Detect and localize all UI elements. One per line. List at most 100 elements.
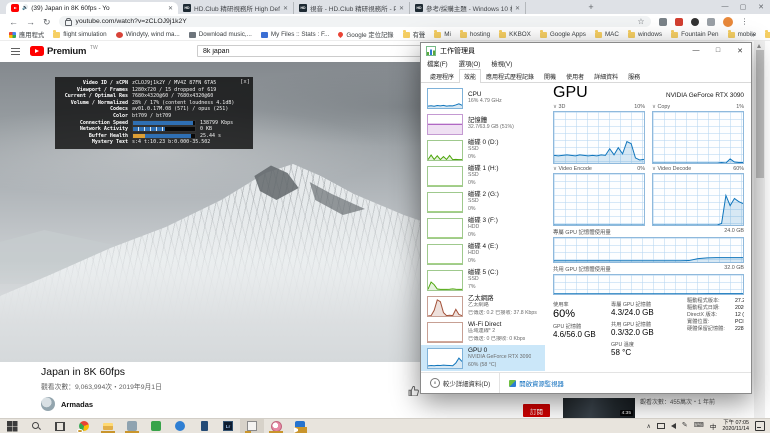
browser-menu-icon[interactable]: ⋮ bbox=[741, 17, 749, 26]
taskbar-app-icon[interactable] bbox=[96, 419, 120, 433]
bookmark-item[interactable]: Download music,... bbox=[189, 31, 252, 38]
scrollbar-thumb[interactable] bbox=[756, 50, 764, 178]
bookmark-item[interactable]: windows bbox=[628, 31, 662, 38]
menu-item[interactable]: 檔案(F) bbox=[427, 59, 448, 68]
youtube-brand-text[interactable]: Premium bbox=[47, 46, 86, 57]
forward-icon[interactable]: → bbox=[26, 17, 35, 27]
performance-sidebar-item[interactable]: 磁碟 3 (F:) HDD 0% bbox=[421, 215, 545, 241]
tm-tab[interactable]: 詳細資料 bbox=[589, 69, 623, 82]
browser-minimize-icon[interactable]: — bbox=[716, 0, 734, 13]
bookmark-item[interactable]: MAC bbox=[595, 31, 619, 38]
open-resource-monitor-link[interactable]: 開啟資源監視器 bbox=[499, 373, 564, 393]
notification-center-icon[interactable] bbox=[755, 421, 765, 431]
browser-close-icon[interactable]: ✕ bbox=[752, 0, 770, 13]
taskbar-app-icon[interactable] bbox=[120, 419, 144, 433]
tm-maximize-icon[interactable]: □ bbox=[707, 43, 729, 58]
taskbar-app-icon[interactable] bbox=[144, 419, 168, 433]
like-button[interactable] bbox=[408, 383, 420, 393]
new-tab-button[interactable]: + bbox=[584, 1, 598, 13]
engine-name[interactable]: ∨ Video Encode bbox=[553, 166, 592, 172]
engine-name[interactable]: ∨ 3D bbox=[553, 104, 565, 110]
hamburger-menu-icon[interactable] bbox=[11, 48, 20, 55]
extension-icon[interactable] bbox=[691, 18, 699, 26]
bookmark-item[interactable]: Fountain Pen bbox=[671, 31, 718, 38]
tray-expand-icon[interactable]: ∧ bbox=[647, 423, 651, 430]
bookmark-star-icon[interactable]: ☆ bbox=[637, 17, 644, 26]
bookmark-item[interactable]: Google Apps bbox=[540, 31, 586, 38]
browser-tab[interactable]: 🔊 (39) Japan in 8K 60fps - Yo ✕ bbox=[6, 2, 178, 14]
bookmark-item[interactable]: Google 定位記錄 bbox=[338, 30, 393, 39]
tab-close-icon[interactable]: ✕ bbox=[168, 5, 173, 12]
tm-minimize-icon[interactable]: — bbox=[685, 43, 707, 58]
taskbar-app-icon[interactable] bbox=[48, 419, 72, 433]
bookmark-item[interactable]: KKBOX bbox=[499, 31, 531, 38]
profile-avatar[interactable] bbox=[723, 17, 733, 27]
performance-sidebar-item[interactable]: 磁碟 5 (C:) SSD 7% bbox=[421, 267, 545, 293]
bookmark-item[interactable]: hosting bbox=[460, 31, 490, 38]
volume-icon[interactable] bbox=[671, 423, 676, 429]
task-manager-titlebar[interactable]: 工作管理員 — □ ✕ bbox=[421, 43, 751, 58]
browser-maximize-icon[interactable]: ▢ bbox=[734, 0, 752, 13]
performance-sidebar-item[interactable]: 磁碟 2 (G:) SSD 0% bbox=[421, 189, 545, 215]
bookmark-item[interactable]: 應用程式 bbox=[9, 30, 44, 39]
tm-close-icon[interactable]: ✕ bbox=[729, 43, 751, 58]
taskbar-app-icon[interactable] bbox=[168, 419, 192, 433]
taskbar-app-icon[interactable] bbox=[72, 419, 96, 433]
extension-icon[interactable] bbox=[707, 18, 715, 26]
extension-icon[interactable] bbox=[659, 18, 667, 26]
page-scrollbar[interactable] bbox=[754, 41, 765, 418]
bookmark-item[interactable]: Windyty, wind ma... bbox=[116, 31, 180, 38]
performance-sidebar-item[interactable]: Wi-Fi Direct 區域連線* 2 已傳送: 0 已接收: 0 Kbps bbox=[421, 319, 545, 345]
tm-tab[interactable]: 使用者 bbox=[561, 69, 589, 82]
url-text[interactable]: youtube.com/watch?v=zCLOJ9j1k2Y bbox=[76, 18, 187, 25]
tm-tab[interactable]: 開機 bbox=[539, 69, 561, 82]
taskbar-app-icon[interactable] bbox=[240, 419, 264, 433]
taskbar-app-icon[interactable] bbox=[288, 419, 312, 433]
menu-item[interactable]: 選項(O) bbox=[459, 59, 481, 68]
taskbar-app-icon[interactable] bbox=[24, 419, 48, 433]
taskbar-app-icon[interactable] bbox=[192, 419, 216, 433]
performance-sidebar-item[interactable]: GPU 0 NVIDIA GeForce RTX 3090 60% (58 °C… bbox=[421, 345, 545, 371]
bookmarks-overflow-icon[interactable]: » bbox=[751, 30, 755, 39]
taskbar-app-icon[interactable]: Lr bbox=[216, 419, 240, 433]
bookmark-item[interactable]: My Files :: Stats : F... bbox=[261, 31, 329, 38]
engine-name[interactable]: ∨ Video Decode bbox=[652, 166, 691, 172]
tab-close-icon[interactable]: ✕ bbox=[283, 5, 288, 12]
menu-item[interactable]: 檢視(V) bbox=[491, 59, 512, 68]
performance-sidebar-item[interactable]: 磁碟 4 (E:) HDD 0% bbox=[421, 241, 545, 267]
taskbar-app-icon[interactable] bbox=[0, 419, 24, 433]
performance-sidebar-item[interactable]: 磁碟 0 (D:) SSD 0% bbox=[421, 137, 545, 163]
recommended-thumbnail[interactable]: 4:35 bbox=[563, 398, 635, 418]
tm-tab[interactable]: 效能 bbox=[459, 69, 481, 83]
tm-tab[interactable]: 處理程序 bbox=[425, 69, 459, 82]
tab-close-icon[interactable]: ✕ bbox=[515, 5, 520, 12]
ime-indicator[interactable]: 中 bbox=[710, 421, 717, 431]
fewer-details-button[interactable]: ∧ 較少詳細資料(D) bbox=[421, 373, 499, 393]
reload-icon[interactable]: ↻ bbox=[43, 17, 51, 27]
subscribe-button[interactable]: 訂閱 bbox=[523, 404, 550, 417]
search-input[interactable] bbox=[197, 45, 437, 57]
channel-name[interactable]: Armadas bbox=[61, 400, 93, 409]
browser-tab[interactable]: 🔊 參考/採購主題 - Windows 10 相 ✕ bbox=[410, 2, 526, 14]
bookmark-item[interactable]: Mi bbox=[434, 31, 451, 38]
browser-tab[interactable]: 🔊 視音 - HD.Club 精研視務所 - Po ✕ bbox=[294, 2, 410, 14]
performance-sidebar-item[interactable]: CPU 16% 4.79 GHz bbox=[421, 85, 545, 111]
bookmark-item[interactable]: flight simulation bbox=[53, 31, 106, 38]
bookmark-item[interactable]: 有聲 bbox=[403, 30, 426, 39]
adblock-icon[interactable] bbox=[675, 18, 683, 26]
scrollbar-up-icon[interactable] bbox=[757, 44, 761, 48]
browser-tab[interactable]: 🔊 HD.Club 精研視務所 High Defi ✕ bbox=[178, 2, 294, 14]
performance-sidebar-item[interactable]: 乙太網路 乙太網路 已傳送: 0.2 已接收: 37.8 Kbps bbox=[421, 293, 545, 319]
back-icon[interactable]: ← bbox=[9, 17, 18, 27]
tab-close-icon[interactable]: ✕ bbox=[399, 5, 404, 12]
youtube-logo-icon[interactable] bbox=[30, 46, 44, 56]
tm-tab[interactable]: 應用程式歷程記錄 bbox=[481, 69, 539, 82]
stats-close-icon[interactable]: [x] bbox=[240, 79, 250, 86]
clock[interactable]: 下午 07:05 2020/11/14 bbox=[722, 420, 749, 433]
performance-sidebar-item[interactable]: 記憶體 32.7/63.9 GB (51%) bbox=[421, 111, 545, 137]
network-icon[interactable] bbox=[657, 423, 665, 429]
performance-sidebar-item[interactable]: 磁碟 1 (H:) SSD 0% bbox=[421, 163, 545, 189]
pen-icon[interactable]: ✎ bbox=[682, 422, 688, 430]
channel-avatar[interactable] bbox=[41, 397, 55, 411]
taskbar-app-icon[interactable] bbox=[264, 419, 288, 433]
